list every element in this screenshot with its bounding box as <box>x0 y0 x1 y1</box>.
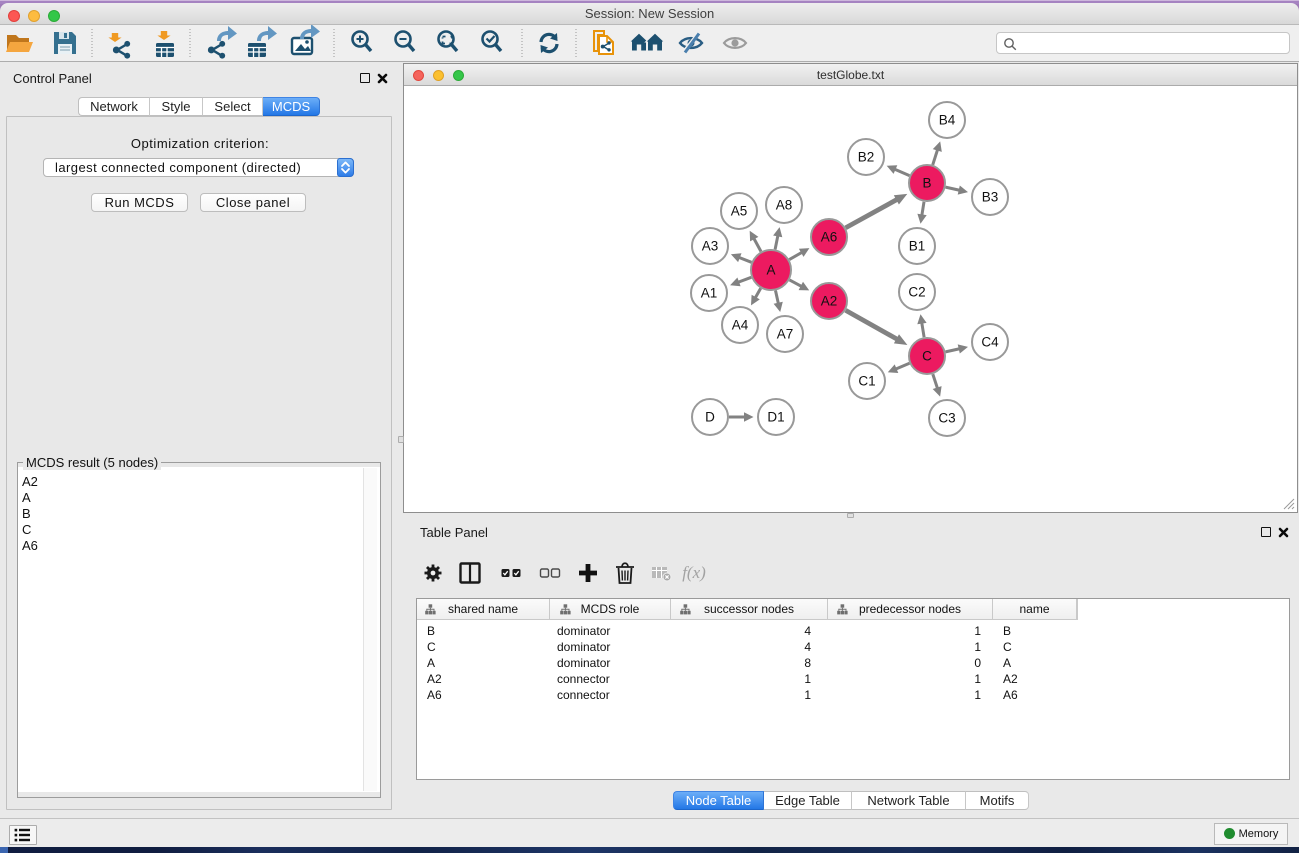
svg-text:A: A <box>766 263 775 278</box>
svg-text:A5: A5 <box>731 204 748 219</box>
svg-text:C: C <box>922 349 932 364</box>
svg-text:B2: B2 <box>858 150 875 165</box>
svg-text:A2: A2 <box>821 294 838 309</box>
svg-text:A7: A7 <box>777 327 794 342</box>
svg-text:B1: B1 <box>909 239 926 254</box>
svg-text:D: D <box>705 410 715 425</box>
svg-text:C2: C2 <box>908 285 925 300</box>
svg-text:A8: A8 <box>776 198 793 213</box>
svg-text:C3: C3 <box>938 411 955 426</box>
svg-text:C1: C1 <box>858 374 875 389</box>
svg-text:f(x): f(x) <box>682 563 706 582</box>
svg-text:A3: A3 <box>702 239 719 254</box>
svg-text:B4: B4 <box>939 113 956 128</box>
svg-text:C4: C4 <box>981 335 999 350</box>
svg-text:A6: A6 <box>821 230 838 245</box>
svg-text:B: B <box>922 176 931 191</box>
svg-text:A1: A1 <box>701 286 718 301</box>
svg-text:D1: D1 <box>767 410 784 425</box>
svg-text:B3: B3 <box>982 190 999 205</box>
svg-text:A4: A4 <box>732 318 749 333</box>
